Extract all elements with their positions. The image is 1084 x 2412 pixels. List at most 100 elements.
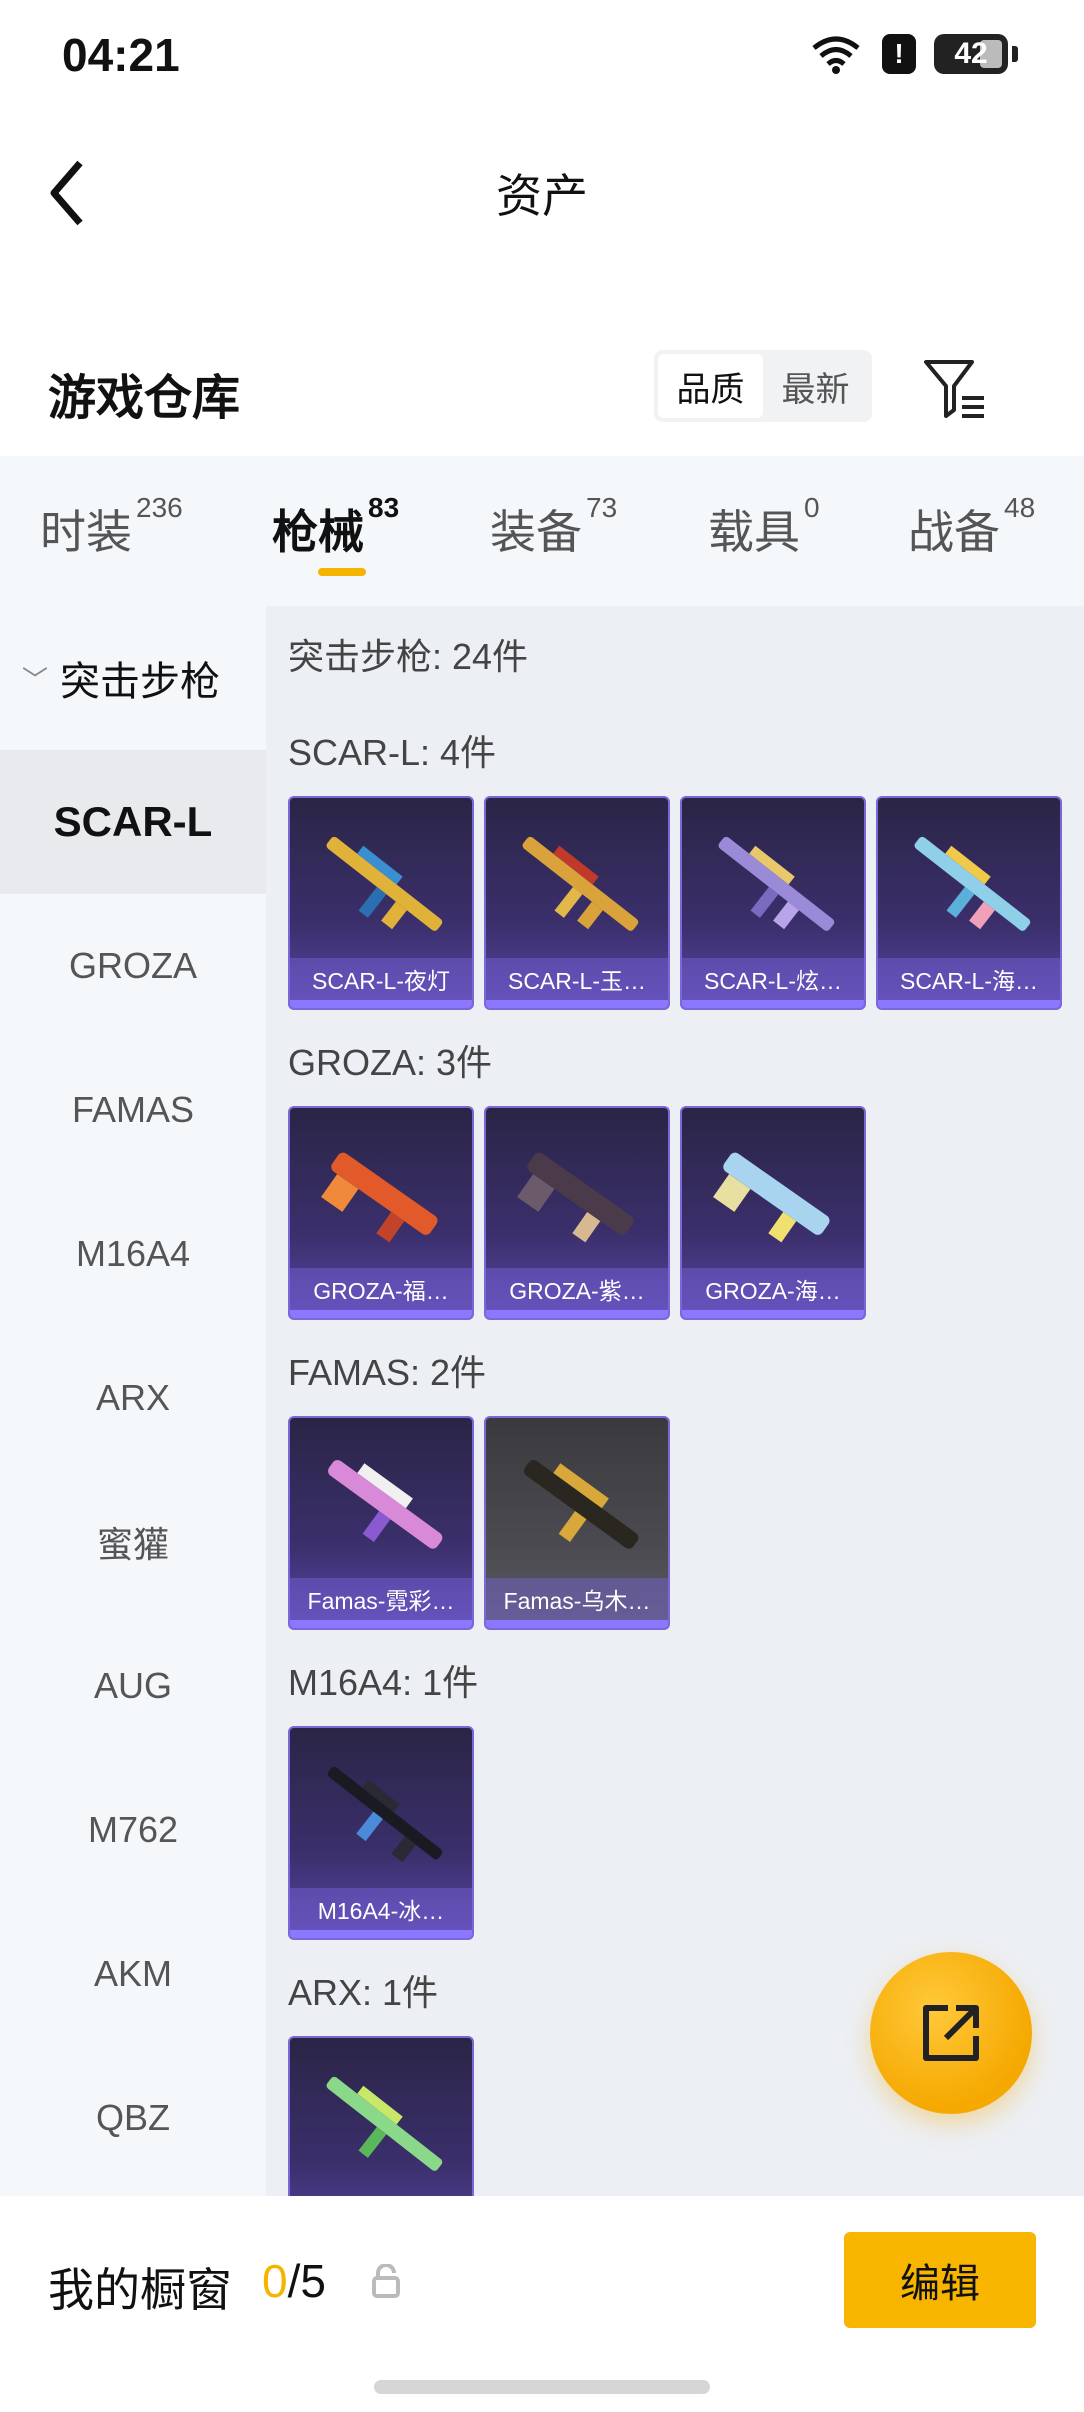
alert-icon: ! [882,34,916,74]
status-time: 04:21 [62,29,180,81]
warehouse-title: 游戏仓库 [48,372,241,425]
share-icon [923,2005,979,2061]
rarity-strip [290,1620,472,1628]
rarity-strip [486,1000,668,1008]
row-famas: Famas-霓彩… Famas-乌木… [288,1416,670,1630]
tab-equipment[interactable]: 装备 73 [490,492,617,562]
weapon-card[interactable]: GROZA-福… [288,1106,474,1320]
battery-icon: 42 [934,34,1008,74]
edit-button[interactable]: 编辑 [844,2232,1036,2328]
rarity-strip [878,1000,1060,1008]
tab-weapons[interactable]: 枪械 83 [272,492,399,562]
lock-icon [372,2264,400,2298]
rarity-strip [290,1930,472,1938]
rarity-strip [290,1000,472,1008]
rifle-icon [517,1152,634,1243]
tab-label: 装备 [490,506,582,558]
weapon-card[interactable]: Famas-霓彩… [288,1416,474,1630]
weapon-card-label: Famas-乌木… [486,1578,668,1620]
tab-count: 73 [586,492,618,523]
group-title-famas: FAMAS: 2件 [288,1352,487,1393]
tab-label: 枪械 [272,506,364,558]
sidebar-item-arx[interactable]: ARX [0,1326,266,1470]
home-indicator[interactable] [374,2380,710,2394]
top-nav: 资产 [0,130,1084,250]
weapon-card[interactable] [288,2036,474,2196]
weapon-card[interactable]: SCAR-L-玉… [484,796,670,1010]
rifle-icon [718,836,835,931]
sort-quality-button[interactable]: 品质 [658,354,763,418]
tab-supplies[interactable]: 战备 48 [908,492,1035,562]
tab-count: 0 [804,492,820,523]
row-groza: GROZA-福… GROZA-紫… GROZA-海… [288,1106,866,1320]
rifle-icon [321,1152,438,1243]
tab-count: 83 [368,492,400,523]
row-arx [288,2036,474,2196]
battery-tip [1012,46,1018,62]
sidebar-item-m16a4[interactable]: M16A4 [0,1182,266,1326]
showcase-capacity: /5 [287,2255,326,2307]
weapon-card[interactable]: GROZA-紫… [484,1106,670,1320]
tab-label: 时装 [40,506,132,558]
sidebar-item-honey-badger[interactable]: 蜜獾 [0,1470,266,1614]
weapon-card[interactable]: M16A4-冰… [288,1726,474,1940]
weapon-card-label: Famas-霓彩… [290,1578,472,1620]
tab-count: 48 [1004,492,1036,523]
rifle-icon [326,836,443,931]
share-button[interactable] [870,1952,1032,2114]
sidebar-item-akm[interactable]: AKM [0,1902,266,2046]
category-tabs: 时装 236 枪械 83 装备 73 载具 0 战备 48 [0,456,1084,606]
weapon-card[interactable]: SCAR-L-夜灯 [288,796,474,1010]
rifle-icon [522,836,639,931]
rifle-icon [524,1460,639,1549]
wifi-icon [812,36,860,74]
rarity-strip [486,1310,668,1318]
tab-vehicles[interactable]: 载具 0 [708,492,820,562]
group-title-scar-l: SCAR-L: 4件 [288,732,497,773]
page-title: 资产 [496,170,588,222]
sidebar-item-aug[interactable]: AUG [0,1614,266,1758]
rifle-icon [713,1152,830,1243]
group-title-arx: ARX: 1件 [288,1972,439,2013]
group-title-groza: GROZA: 3件 [288,1042,493,1083]
showcase-count: 0/5 [262,2254,326,2308]
sidebar-item-groza[interactable]: GROZA [0,894,266,1038]
weapon-card[interactable]: Famas-乌木… [484,1416,670,1630]
sidebar-item-qbz[interactable]: QBZ [0,2046,266,2190]
sort-toggle: 品质 最新 [654,350,872,422]
weapon-card[interactable]: SCAR-L-炫… [680,796,866,1010]
weapon-card[interactable]: SCAR-L-海… [876,796,1062,1010]
weapon-sidebar: ﹀ 突击步枪 SCAR-L GROZA FAMAS M16A4 ARX 蜜獾 A… [0,606,266,2196]
sidebar-item-scar-l[interactable]: SCAR-L [0,750,266,894]
sidebar-item-famas[interactable]: FAMAS [0,1038,266,1182]
tab-label: 战备 [908,506,1000,558]
chevron-down-icon: ﹀ [22,664,49,695]
tab-count: 236 [136,492,183,523]
showcase-bar: 我的橱窗 0/5 编辑 [0,2196,1084,2412]
rifle-icon [914,836,1031,931]
status-icons: ! 42 [808,34,1018,74]
rifle-icon [328,1460,443,1549]
showcase-label: 我的橱窗 [48,2264,232,2316]
category-total: 突击步枪: 24件 [288,636,529,677]
weapon-card-label: SCAR-L-玉… [486,958,668,1000]
rifle-icon [327,1766,443,1863]
rarity-strip [682,1310,864,1318]
weapon-card-label: M16A4-冰… [290,1888,472,1930]
weapon-card-label: GROZA-福… [290,1268,472,1310]
warehouse-header: 游戏仓库 品质 最新 [0,340,1084,440]
status-bar: 04:21 ! 42 [0,0,1084,110]
group-title-m16a4: M16A4: 1件 [288,1662,479,1703]
filter-icon[interactable] [922,356,988,422]
rarity-strip [290,1310,472,1318]
rifle-icon [326,2076,443,2171]
sidebar-group-assault-rifles[interactable]: ﹀ 突击步枪 [0,606,266,750]
sort-newest-button[interactable]: 最新 [763,354,868,418]
rarity-strip [682,1000,864,1008]
weapon-card[interactable]: GROZA-海… [680,1106,866,1320]
weapon-card-label: GROZA-紫… [486,1268,668,1310]
tab-fashion[interactable]: 时装 236 [40,492,183,562]
sidebar-item-m762[interactable]: M762 [0,1758,266,1902]
weapon-card-label: GROZA-海… [682,1268,864,1310]
row-scar-l: SCAR-L-夜灯 SCAR-L-玉… SCAR-L-炫… SCAR-L-海… [288,796,1062,1010]
